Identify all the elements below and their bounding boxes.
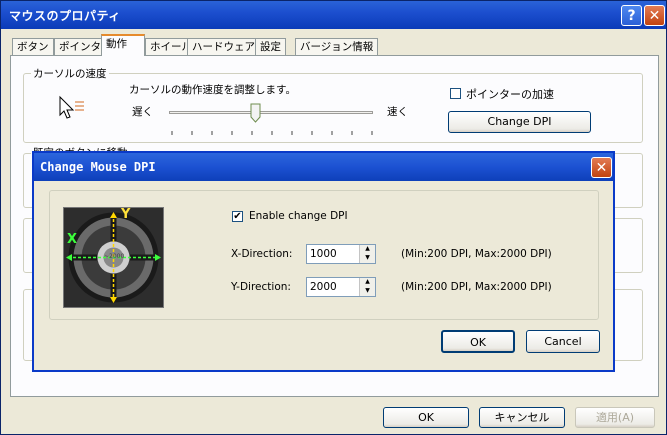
y-direction-stepper[interactable]: 2000 ▲ ▼ xyxy=(306,277,376,297)
window-title: マウスのプロパティ xyxy=(9,9,121,23)
tab-settings[interactable]: 設定 xyxy=(255,38,286,55)
slow-label: 遅く xyxy=(132,106,153,118)
y-direction-label: Y-Direction: xyxy=(231,281,291,293)
help-button[interactable]: ? xyxy=(621,5,642,26)
dialog-close-button[interactable]: ✕ xyxy=(591,157,612,178)
fast-label: 速く xyxy=(387,106,408,118)
ok-button[interactable]: OK xyxy=(383,407,469,428)
dialog-title-bar[interactable]: Change Mouse DPI ✕ xyxy=(34,153,613,181)
speed-slider-thumb[interactable] xyxy=(250,103,261,123)
change-dpi-dialog: Change Mouse DPI ✕ Y X ~2000 ✔ Enable ch… xyxy=(32,151,615,372)
enable-dpi-checkbox[interactable]: ✔ xyxy=(232,211,243,222)
tab-motion[interactable]: 動作 xyxy=(101,34,145,56)
tab-version[interactable]: バージョン情報 xyxy=(295,38,379,55)
x-up-arrow-icon[interactable]: ▲ xyxy=(359,245,375,254)
y-direction-range: (Min:200 DPI, Max:2000 DPI) xyxy=(401,281,552,293)
change-dpi-button[interactable]: Change DPI xyxy=(448,111,591,133)
tab-hardware[interactable]: ハードウェア xyxy=(187,38,260,55)
dialog-ok-button[interactable]: OK xyxy=(441,330,515,353)
accel-label: ポインターの加速 xyxy=(466,88,554,101)
image-y-label: Y xyxy=(121,207,131,222)
dialog-title: Change Mouse DPI xyxy=(40,160,156,174)
close-button[interactable]: ✕ xyxy=(644,5,665,26)
pointer-speed-icon xyxy=(57,95,85,121)
speed-slider-track[interactable] xyxy=(169,111,373,114)
x-down-arrow-icon[interactable]: ▼ xyxy=(359,254,375,263)
x-direction-range: (Min:200 DPI, Max:2000 DPI) xyxy=(401,248,552,260)
x-direction-value[interactable]: 1000 xyxy=(310,248,337,260)
tab-pointers[interactable]: ポインタ xyxy=(54,38,106,55)
image-center-label: ~2000 xyxy=(104,253,125,260)
title-bar[interactable]: マウスのプロパティ ? ✕ xyxy=(1,1,666,29)
x-direction-label: X-Direction: xyxy=(231,248,293,260)
apply-button[interactable]: 適用(A) xyxy=(575,407,655,428)
y-down-arrow-icon[interactable]: ▼ xyxy=(359,287,375,296)
accel-checkbox[interactable] xyxy=(450,88,461,99)
speed-group-title: カーソルの速度 xyxy=(31,66,109,81)
enable-dpi-label: Enable change DPI xyxy=(249,210,348,222)
speed-description: カーソルの動作速度を調整します。 xyxy=(129,84,296,96)
x-direction-stepper[interactable]: 1000 ▲ ▼ xyxy=(306,244,376,264)
y-up-arrow-icon[interactable]: ▲ xyxy=(359,278,375,287)
y-direction-value[interactable]: 2000 xyxy=(310,281,337,293)
dialog-cancel-button[interactable]: Cancel xyxy=(526,330,600,353)
mouse-dpi-image: Y X ~2000 xyxy=(63,207,164,308)
tab-buttons[interactable]: ボタン xyxy=(12,38,54,55)
cancel-button[interactable]: キャンセル xyxy=(479,407,565,428)
image-x-label: X xyxy=(67,232,78,247)
speed-slider-ticks xyxy=(171,126,373,135)
